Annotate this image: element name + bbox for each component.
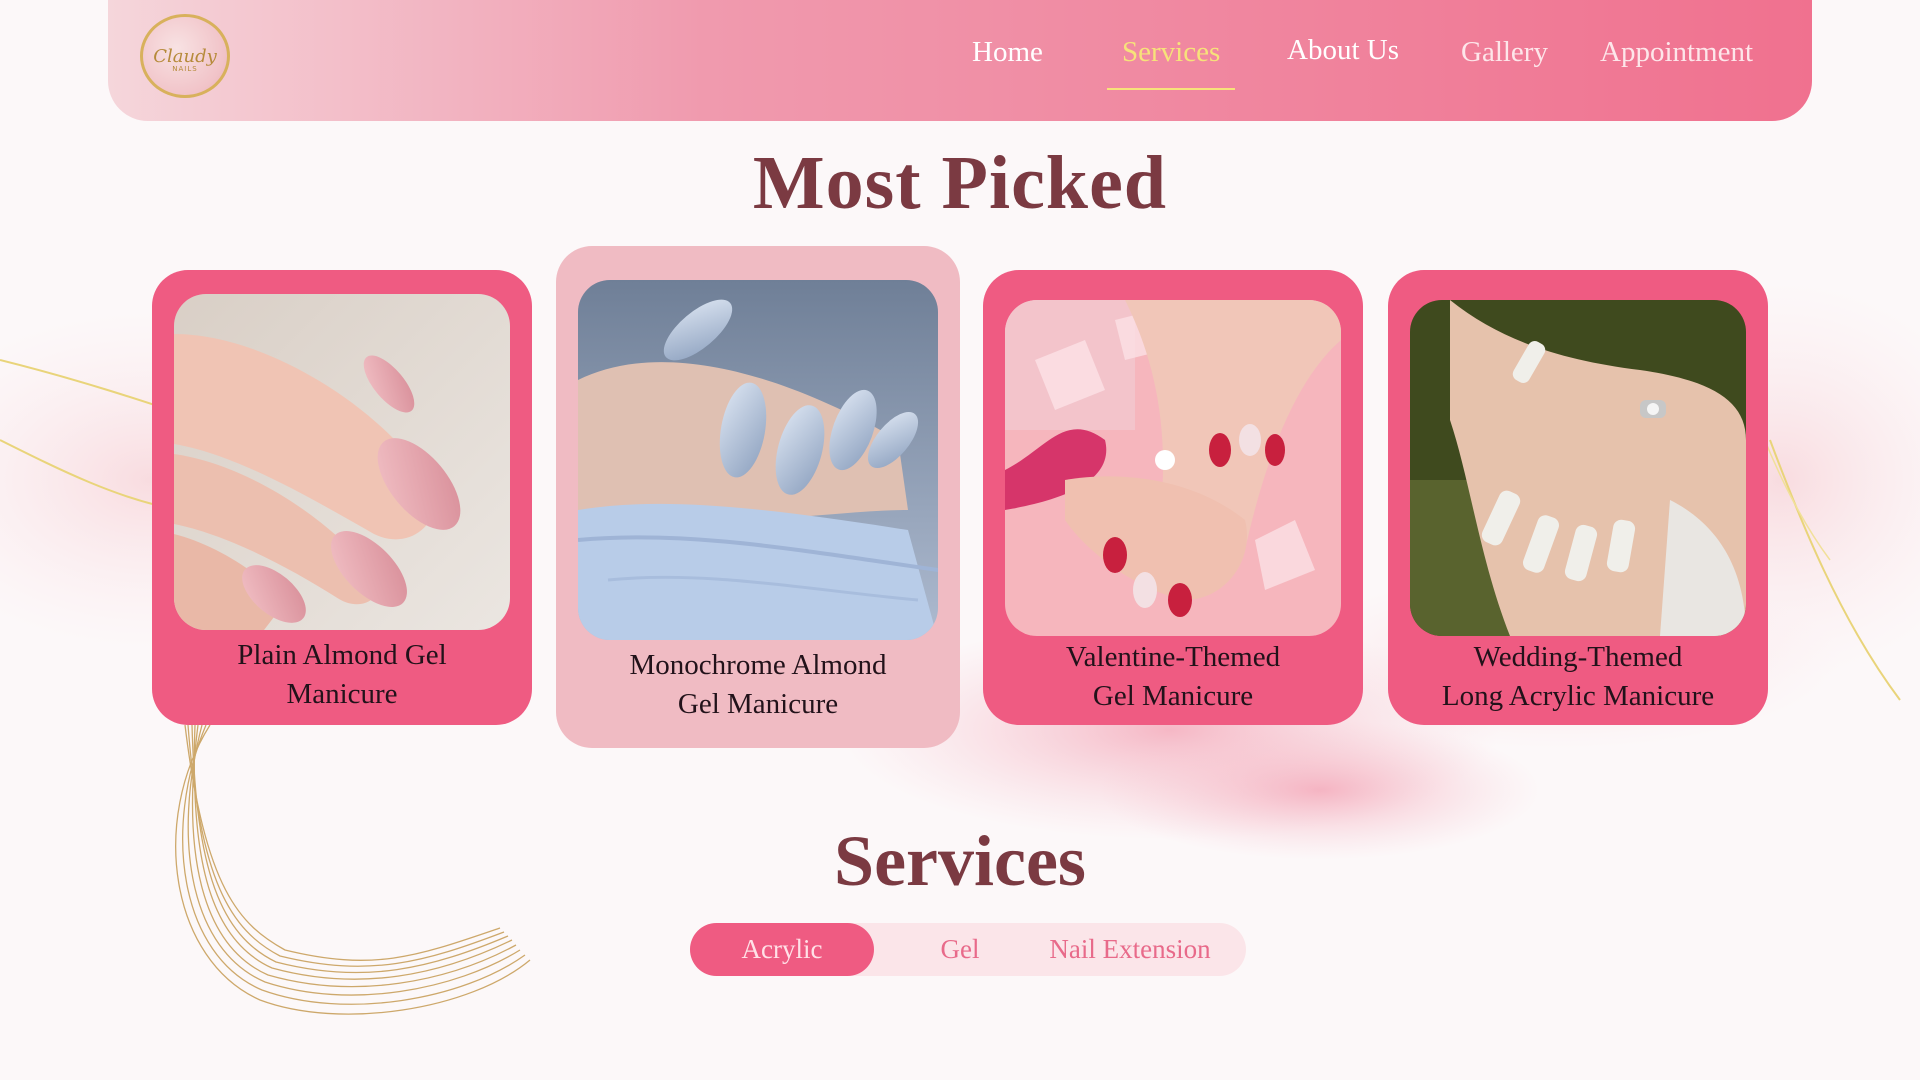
nav-gallery[interactable]: Gallery — [1461, 36, 1548, 76]
card-label-line-2: Gel Manicure — [1092, 680, 1254, 712]
nav-about-us[interactable]: About Us — [1287, 34, 1399, 74]
nav-services[interactable]: Services — [1106, 36, 1236, 90]
card-image-monochrome-almond — [578, 280, 938, 640]
card-image-wedding — [1410, 300, 1746, 636]
card-wedding-themed-acrylic[interactable]: Wedding-Themed Long Acrylic Manicure — [1388, 270, 1768, 725]
card-label-wedding: Wedding-Themed Long Acrylic Manicure — [1388, 638, 1768, 716]
nav-appointment[interactable]: Appointment — [1600, 36, 1753, 76]
card-monochrome-almond-gel[interactable]: Monochrome Almond Gel Manicure — [556, 246, 960, 748]
card-label-line-2: Manicure — [286, 678, 398, 710]
card-plain-almond-gel[interactable]: Plain Almond Gel Manicure — [152, 270, 532, 725]
card-label-monochrome-almond: Monochrome Almond Gel Manicure — [556, 646, 960, 724]
card-label-valentine: Valentine-Themed Gel Manicure — [983, 638, 1363, 716]
card-label-line-2: Gel Manicure — [677, 688, 839, 720]
card-image-plain-almond — [174, 294, 510, 630]
card-label-line-1: Monochrome Almond — [629, 649, 887, 681]
card-label-plain-almond: Plain Almond Gel Manicure — [152, 636, 532, 714]
card-valentine-themed-gel[interactable]: Valentine-Themed Gel Manicure — [983, 270, 1363, 725]
services-title: Services — [834, 821, 1086, 901]
card-label-line-1: Plain Almond Gel — [237, 639, 447, 671]
card-label-line-1: Wedding-Themed — [1473, 641, 1683, 673]
main-nav: Home Services About Us Gallery Appointme… — [108, 0, 1812, 121]
most-picked-title: Most Picked — [752, 141, 1168, 225]
tab-nail-extension[interactable]: Nail Extension — [1030, 923, 1230, 976]
site-header: Claudy NAILS Home Services About Us Gall… — [108, 0, 1812, 121]
services-tab-bar: Acrylic Gel Nail Extension — [690, 923, 1246, 976]
tab-gel[interactable]: Gel — [890, 923, 1030, 976]
card-image-valentine — [1005, 300, 1341, 636]
card-label-line-2: Long Acrylic Manicure — [1441, 680, 1715, 712]
nav-home[interactable]: Home — [972, 36, 1043, 76]
card-label-line-1: Valentine-Themed — [1065, 641, 1281, 673]
tab-acrylic[interactable]: Acrylic — [690, 923, 874, 976]
